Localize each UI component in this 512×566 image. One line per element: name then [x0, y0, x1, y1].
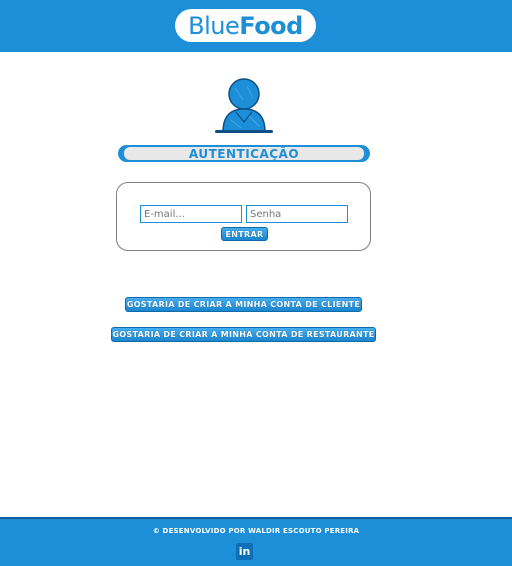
user-avatar-icon [215, 78, 273, 133]
auth-title: AUTENTICAÇÃO [124, 147, 364, 161]
auth-title-bar: AUTENTICAÇÃO [118, 145, 370, 162]
copyright-text: © DESENVOLVIDO POR WALDIR ESCOUTO PEREIR… [152, 527, 360, 535]
login-form: ENTRAR [116, 182, 371, 251]
email-field[interactable] [140, 205, 242, 223]
login-button[interactable]: ENTRAR [221, 227, 268, 241]
password-field[interactable] [246, 205, 348, 223]
create-restaurant-account-button[interactable]: GOSTARIA DE CRIAR A MINHA CONTA DE RESTA… [111, 327, 376, 342]
footer: © DESENVOLVIDO POR WALDIR ESCOUTO PEREIR… [0, 517, 512, 566]
linkedin-icon[interactable]: in [236, 543, 253, 560]
create-client-account-button[interactable]: GOSTARIA DE CRIAR A MINHA CONTA DE CLIEN… [125, 297, 362, 312]
header: Blue Food [0, 0, 512, 52]
logo-text-food: Food [239, 11, 303, 40]
logo-text-blue: Blue [188, 11, 240, 40]
bluefood-logo[interactable]: Blue Food [175, 9, 316, 42]
